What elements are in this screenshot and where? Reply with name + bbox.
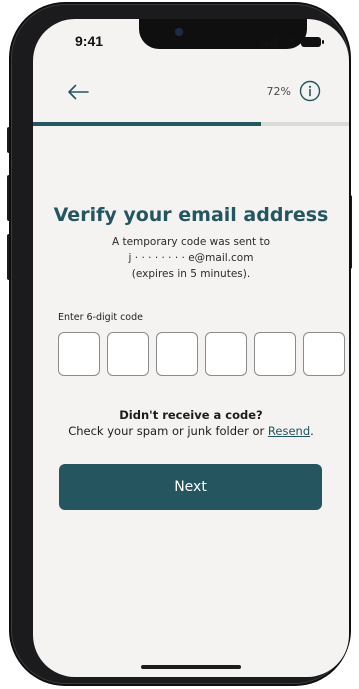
no-code-question: Didn't receive a code? <box>119 408 263 422</box>
info-circle-icon <box>299 80 321 102</box>
next-button[interactable]: Next <box>59 464 322 510</box>
battery-icon <box>301 36 324 47</box>
stage: 9:41 72% Verify your email address A tem… <box>0 0 359 689</box>
code-digit-5[interactable] <box>254 332 296 376</box>
home-indicator <box>141 665 241 669</box>
phone-frame: 9:41 72% Verify your email address A tem… <box>11 4 349 684</box>
back-button[interactable] <box>65 79 91 105</box>
cellular-signal-icon <box>260 36 277 47</box>
masked-email: j · · · · · · · · e@mail.com <box>128 252 254 264</box>
page-title: Verify your email address <box>53 204 329 226</box>
code-input-group <box>58 332 345 376</box>
progress-percentage: 72% <box>266 85 291 98</box>
front-camera <box>175 28 183 36</box>
code-digit-4[interactable] <box>205 332 247 376</box>
progress-bar <box>33 122 349 126</box>
code-input-label: Enter 6-digit code <box>58 312 143 323</box>
no-code-help: Check your spam or junk folder or Resend… <box>33 424 349 438</box>
resend-link[interactable]: Resend <box>268 424 310 438</box>
wifi-icon <box>282 36 296 47</box>
code-digit-6[interactable] <box>303 332 345 376</box>
phone-screen: 9:41 72% Verify your email address A tem… <box>33 19 349 677</box>
code-digit-1[interactable] <box>58 332 100 376</box>
progress-bar-fill <box>33 122 261 126</box>
code-digit-2[interactable] <box>107 332 149 376</box>
expiry-text: (expires in 5 minutes). <box>131 268 251 280</box>
code-sent-text: A temporary code was sent to <box>111 236 271 248</box>
help-period: . <box>310 424 314 438</box>
no-code-help-text: Check your spam or junk folder or <box>68 424 268 438</box>
info-button[interactable] <box>299 80 321 102</box>
status-icons <box>260 36 324 47</box>
code-digit-3[interactable] <box>156 332 198 376</box>
arrow-left-icon <box>68 84 89 100</box>
status-time: 9:41 <box>75 33 104 49</box>
